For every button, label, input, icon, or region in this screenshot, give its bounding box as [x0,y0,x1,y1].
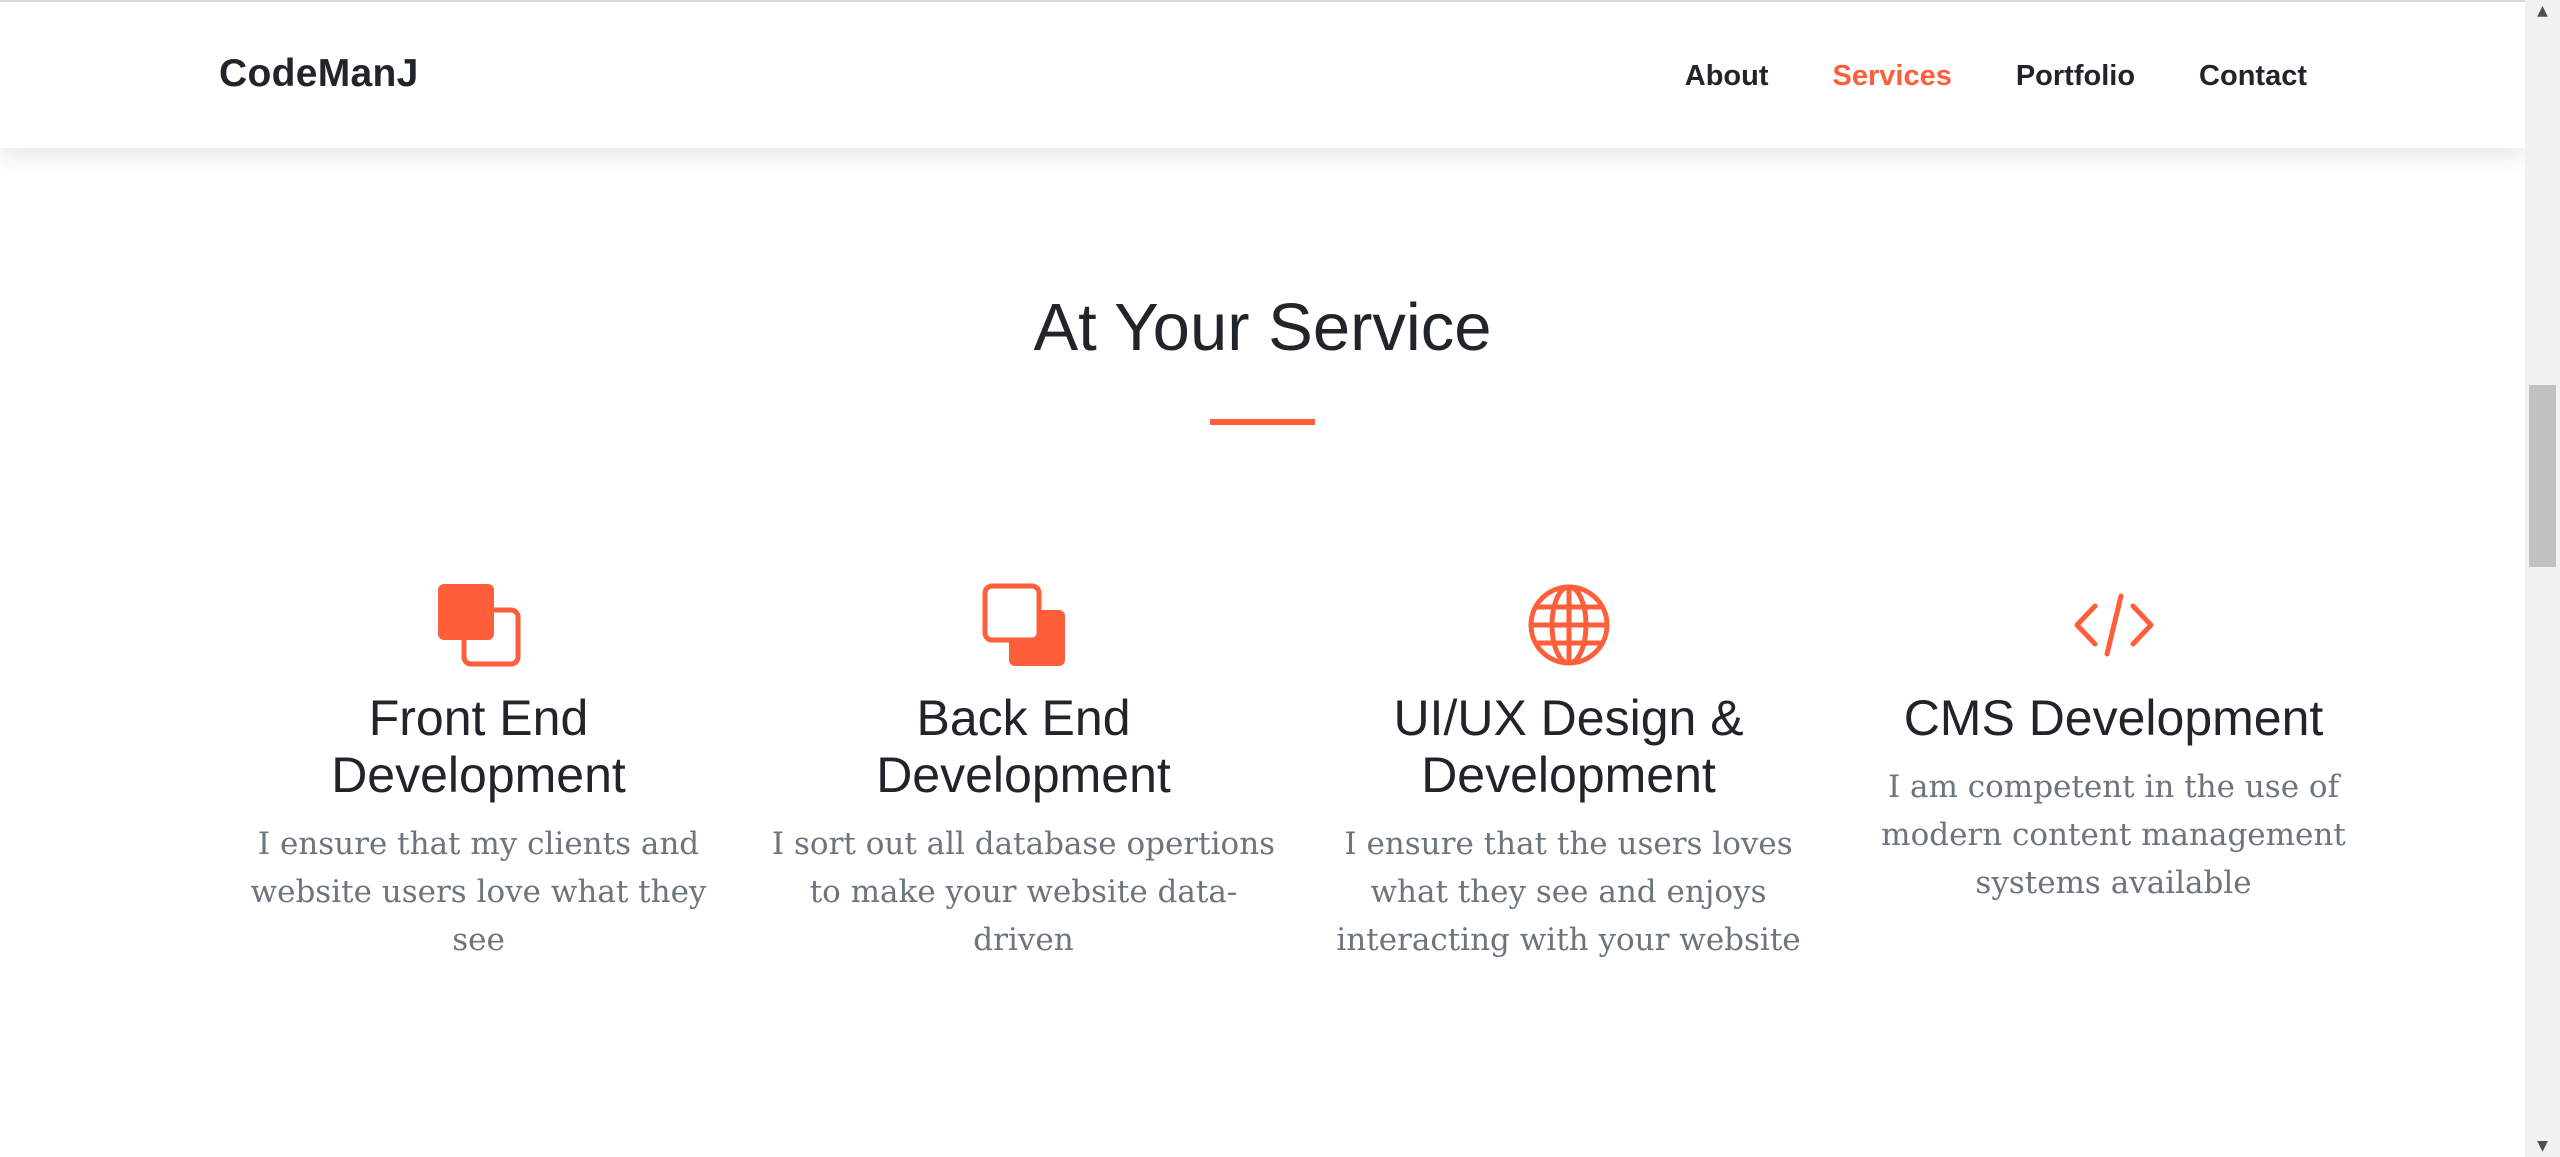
service-card-ui-ux: UI/UX Design & Development I ensure that… [1296,582,1841,964]
service-title: Back End Development [769,690,1278,804]
title-divider [1210,419,1315,425]
service-title: UI/UX Design & Development [1314,690,1823,804]
navbar: CodeManJ About Services Portfolio Contac… [0,2,2525,148]
service-title-line2: Development [876,747,1171,803]
service-description: I ensure that the users loves what they … [1336,826,1801,958]
service-title-line1: Back End [916,690,1131,746]
scroll-up-arrow-icon[interactable]: ▲ [2525,0,2560,22]
back-end-stacked-squares-icon [982,583,1065,666]
service-card-front-end: Front End Development I ensure that my c… [206,582,751,964]
service-description: I sort out all database opertions to mak… [771,826,1276,958]
service-title-line2: Development [331,747,626,803]
scroll-thumb[interactable] [2529,385,2556,567]
service-title: CMS Development [1903,690,2324,746]
service-description: I am competent in the use of modern cont… [1881,769,2346,901]
service-card-back-end: Back End Development I sort out all data… [751,582,1296,964]
scroll-down-arrow-icon[interactable]: ▼ [2525,1135,2560,1157]
page-viewport: CodeManJ About Services Portfolio Contac… [0,0,2525,1157]
front-end-stacked-squares-icon [437,584,520,667]
service-title-line1: UI/UX Design & [1393,690,1744,746]
service-title-line1: Front End [368,690,589,746]
services-row: Front End Development I ensure that my c… [206,582,2386,964]
code-icon [2074,593,2153,657]
service-card-cms: CMS Development I am competent in the us… [1841,582,2386,964]
page-scrollbar[interactable]: ▲ ▼ [2525,0,2560,1157]
nav-link-portfolio[interactable]: Portfolio [2016,54,2135,98]
section-title: At Your Service [1033,290,1492,365]
globe-icon [1528,584,1609,666]
nav-links: About Services Portfolio Contact [1685,54,2307,98]
service-title: Front End Development [224,690,733,804]
service-description: I ensure that my clients and website use… [250,826,707,958]
nav-link-services[interactable]: Services [1833,54,1952,98]
nav-link-about[interactable]: About [1685,54,1769,98]
service-title-line2: Development [1421,747,1716,803]
nav-link-contact[interactable]: Contact [2199,54,2307,98]
brand-logo[interactable]: CodeManJ [219,50,419,98]
